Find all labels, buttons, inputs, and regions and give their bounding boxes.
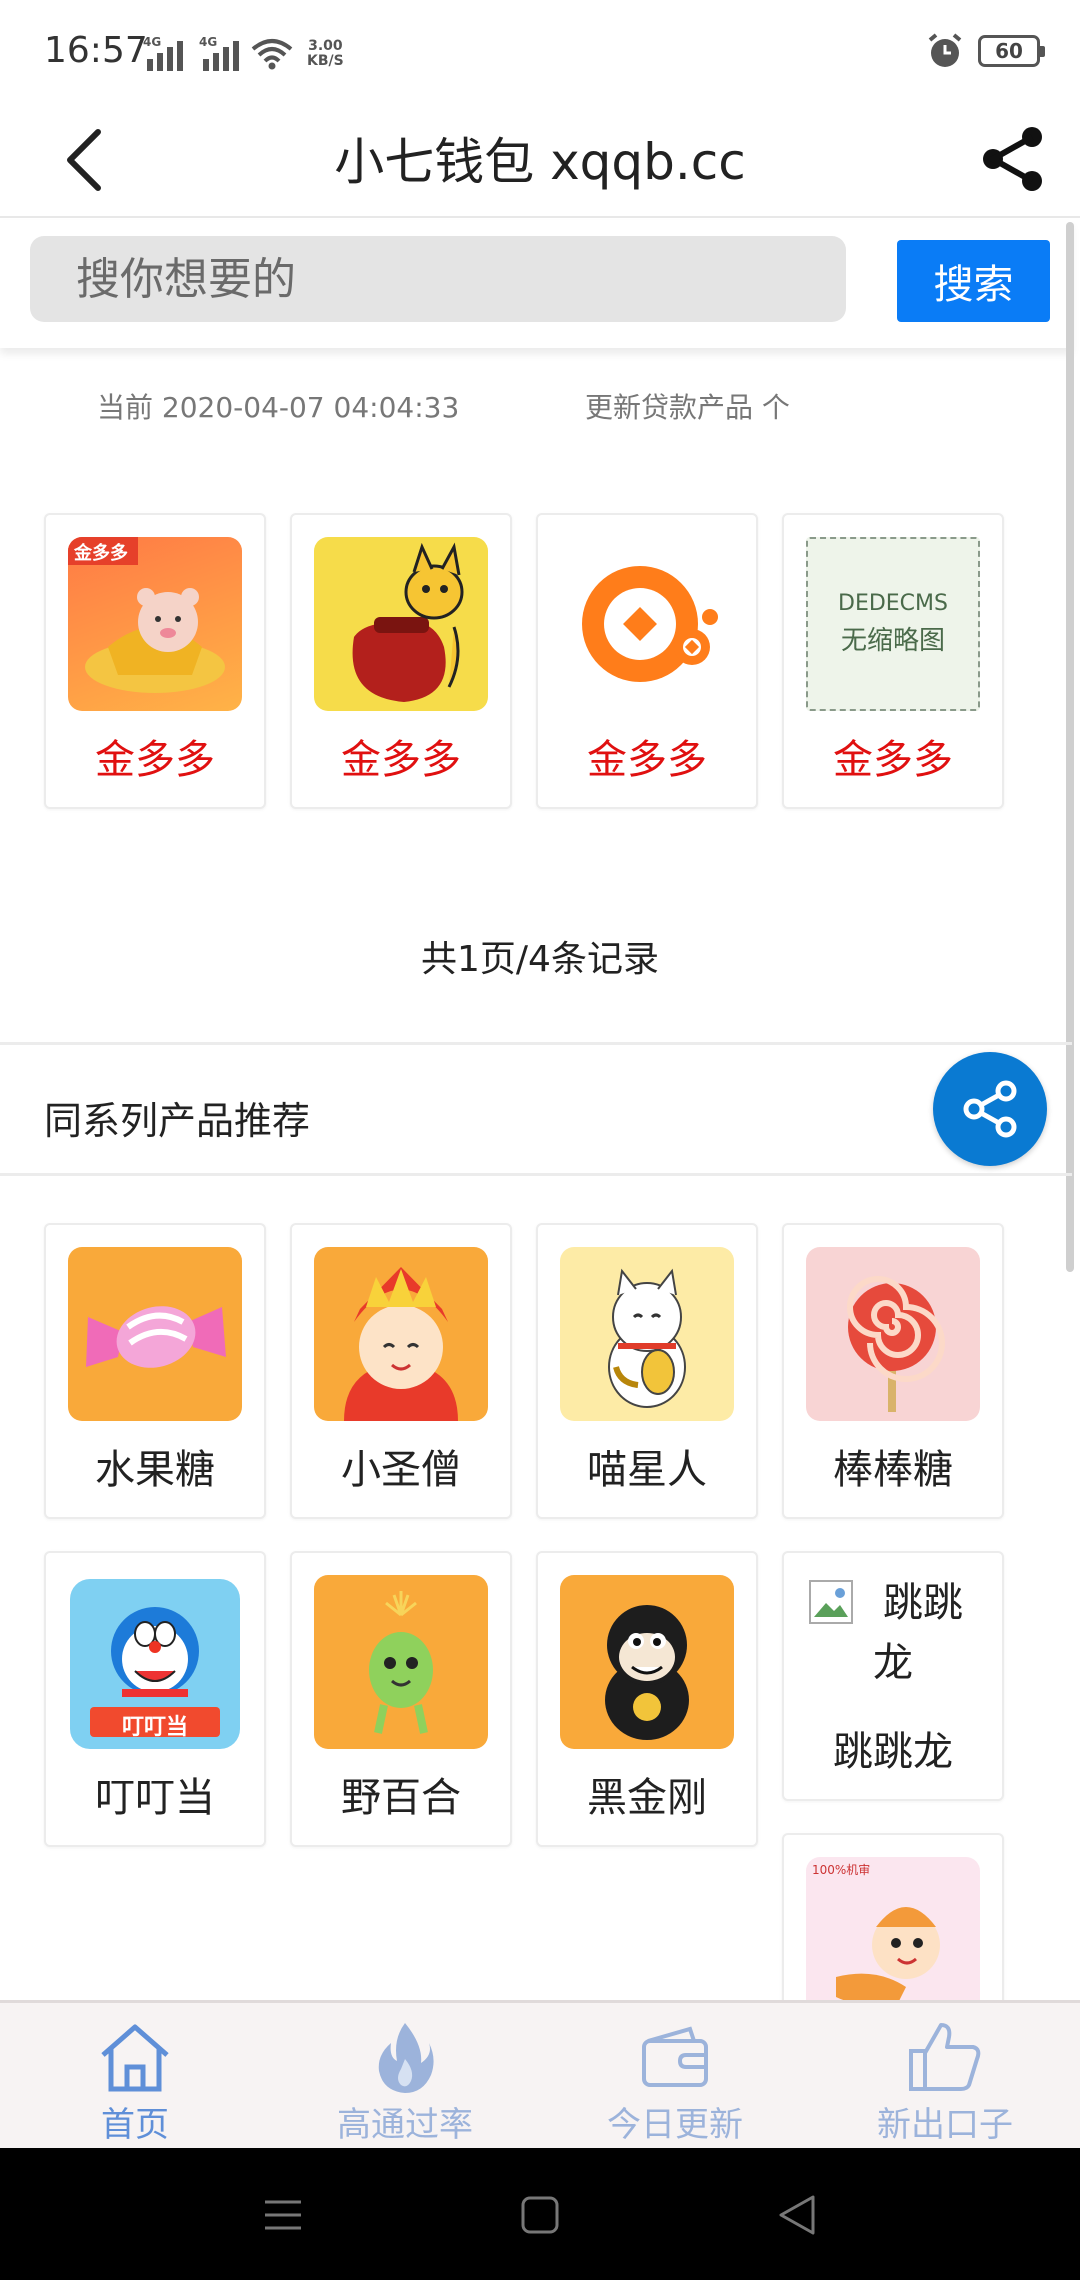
product-name: 跳跳龙 xyxy=(833,1729,953,1775)
product-name: 叮叮当 xyxy=(95,1775,215,1821)
product-card[interactable]: 金多多 金多多 xyxy=(44,513,266,809)
lollipop-icon xyxy=(806,1247,980,1421)
triangle-back-icon xyxy=(779,2195,815,2235)
tab-label: 高通过率 xyxy=(337,2105,473,2145)
product-name: 金多多 xyxy=(587,737,707,783)
recommend-card[interactable]: 小圣僧 xyxy=(290,1223,512,1519)
recommend-card[interactable]: 喵星人 xyxy=(536,1223,758,1519)
no-thumbnail-icon: DEDECMS 无缩略图 xyxy=(806,537,980,711)
gorilla-icon xyxy=(560,1575,734,1749)
tab-home[interactable]: 首页 xyxy=(0,2003,270,2148)
wifi-icon xyxy=(251,39,293,70)
card-badge: 叮叮当 xyxy=(121,1715,188,1740)
product-name: 小圣僧 xyxy=(341,1447,461,1493)
product-name: 金多多 xyxy=(833,737,953,783)
recommend-card[interactable]: 黑金刚 xyxy=(536,1551,758,1847)
status-icons: 4G 4G 3.00 KB/S xyxy=(143,34,344,74)
tab-label: 首页 xyxy=(101,2105,169,2145)
orange-coin-icon xyxy=(560,537,734,711)
speed-unit: KB/S xyxy=(307,53,344,69)
recommend-card[interactable]: 野百合 xyxy=(290,1551,512,1847)
home-icon xyxy=(95,2017,175,2097)
menu-icon xyxy=(265,2200,301,2230)
section-title: 同系列产品推荐 xyxy=(44,1099,311,1143)
current-time-text: 当前 2020-04-07 04:04:33 xyxy=(97,391,460,424)
network-speed: 3.00 KB/S xyxy=(307,39,344,69)
recommend-card[interactable]: 棒棒糖 xyxy=(782,1223,1004,1519)
product-name: 黑金刚 xyxy=(587,1775,707,1821)
square-icon xyxy=(521,2196,559,2234)
product-name: 喵星人 xyxy=(587,1447,707,1493)
wallet-icon xyxy=(635,2017,715,2097)
share-icon xyxy=(983,127,1042,191)
product-card[interactable]: 金多多 xyxy=(536,513,758,809)
status-time: 16:57 xyxy=(44,30,148,71)
divider xyxy=(0,1173,1072,1176)
battery-icon: 60 xyxy=(978,35,1045,67)
card-badge: 100%机审 xyxy=(812,1863,871,1877)
search-button[interactable]: 搜索 xyxy=(897,240,1050,322)
page-scrollbar[interactable] xyxy=(1066,222,1074,1272)
status-right: 60 xyxy=(926,32,1045,70)
flame-icon xyxy=(365,2017,445,2097)
tab-high-pass-rate[interactable]: 高通过率 xyxy=(270,2003,540,2148)
lily-sprite-icon xyxy=(314,1575,488,1749)
tab-label: 新出口子 xyxy=(877,2105,1013,2145)
alarm-icon xyxy=(928,33,962,67)
signal-icon: 4G xyxy=(199,35,241,71)
doraemon-icon: 叮叮当 xyxy=(70,1579,240,1749)
signal-icon: 4G xyxy=(143,35,185,71)
candy-icon xyxy=(68,1247,242,1421)
placeholder-text: DEDECMS xyxy=(838,591,948,616)
lucky-cat-icon xyxy=(560,1247,734,1421)
tab-label: 今日更新 xyxy=(607,2105,743,2145)
menu-nav-button[interactable] xyxy=(258,2190,308,2240)
product-name: 水果糖 xyxy=(95,1447,215,1493)
product-card[interactable]: DEDECMS 无缩略图 金多多 xyxy=(782,513,1004,809)
search-bar: 搜索 xyxy=(0,220,1072,348)
piggy-gold-icon: 金多多 xyxy=(68,537,242,711)
product-name: 金多多 xyxy=(95,737,215,783)
speed-value: 3.00 xyxy=(308,38,343,54)
product-name: 金多多 xyxy=(341,737,461,783)
back-nav-button[interactable] xyxy=(772,2190,822,2240)
system-nav-bar xyxy=(0,2148,1080,2280)
thumbs-up-icon xyxy=(905,2017,985,2097)
tab-today-update[interactable]: 今日更新 xyxy=(540,2003,810,2148)
title-bar: 小七钱包 xqqb.cc xyxy=(0,100,1080,218)
status-bar: 16:57 4G 4G 3.00 KB/S 60 xyxy=(0,0,1080,100)
product-name: 棒棒糖 xyxy=(833,1447,953,1493)
bottom-tab-bar: 首页 高通过率 今日更新 新出口子 xyxy=(0,2000,1080,2148)
update-count-text: 更新贷款产品 个 xyxy=(585,391,790,424)
image-alt-text: 跳跳龙 xyxy=(808,1573,978,1693)
page-title: 小七钱包 xqqb.cc xyxy=(334,133,746,191)
alt-text: 跳跳龙 xyxy=(873,1580,963,1686)
product-card[interactable]: 金多多 xyxy=(290,513,512,809)
floating-share-button[interactable] xyxy=(933,1052,1047,1166)
network-label: 4G xyxy=(199,35,218,49)
card-badge: 金多多 xyxy=(74,543,128,564)
share-icon xyxy=(963,1080,1017,1138)
pagination-info: 共1页/4条记录 xyxy=(421,939,659,980)
share-button[interactable] xyxy=(968,114,1058,204)
golden-mouse-icon xyxy=(314,537,488,711)
recommend-card[interactable]: 水果糖 xyxy=(44,1223,266,1519)
tab-new-outlets[interactable]: 新出口子 xyxy=(810,2003,1080,2148)
recommend-card[interactable]: 跳跳龙 跳跳龙 xyxy=(782,1551,1004,1801)
product-name: 野百合 xyxy=(341,1775,461,1821)
recommend-card[interactable]: 叮叮当 叮叮当 xyxy=(44,1551,266,1847)
network-label: 4G xyxy=(143,35,162,49)
home-nav-button[interactable] xyxy=(515,2190,565,2240)
divider xyxy=(0,1042,1072,1045)
search-input[interactable] xyxy=(30,236,846,322)
monk-icon xyxy=(314,1247,488,1421)
placeholder-text: 无缩略图 xyxy=(840,626,945,656)
